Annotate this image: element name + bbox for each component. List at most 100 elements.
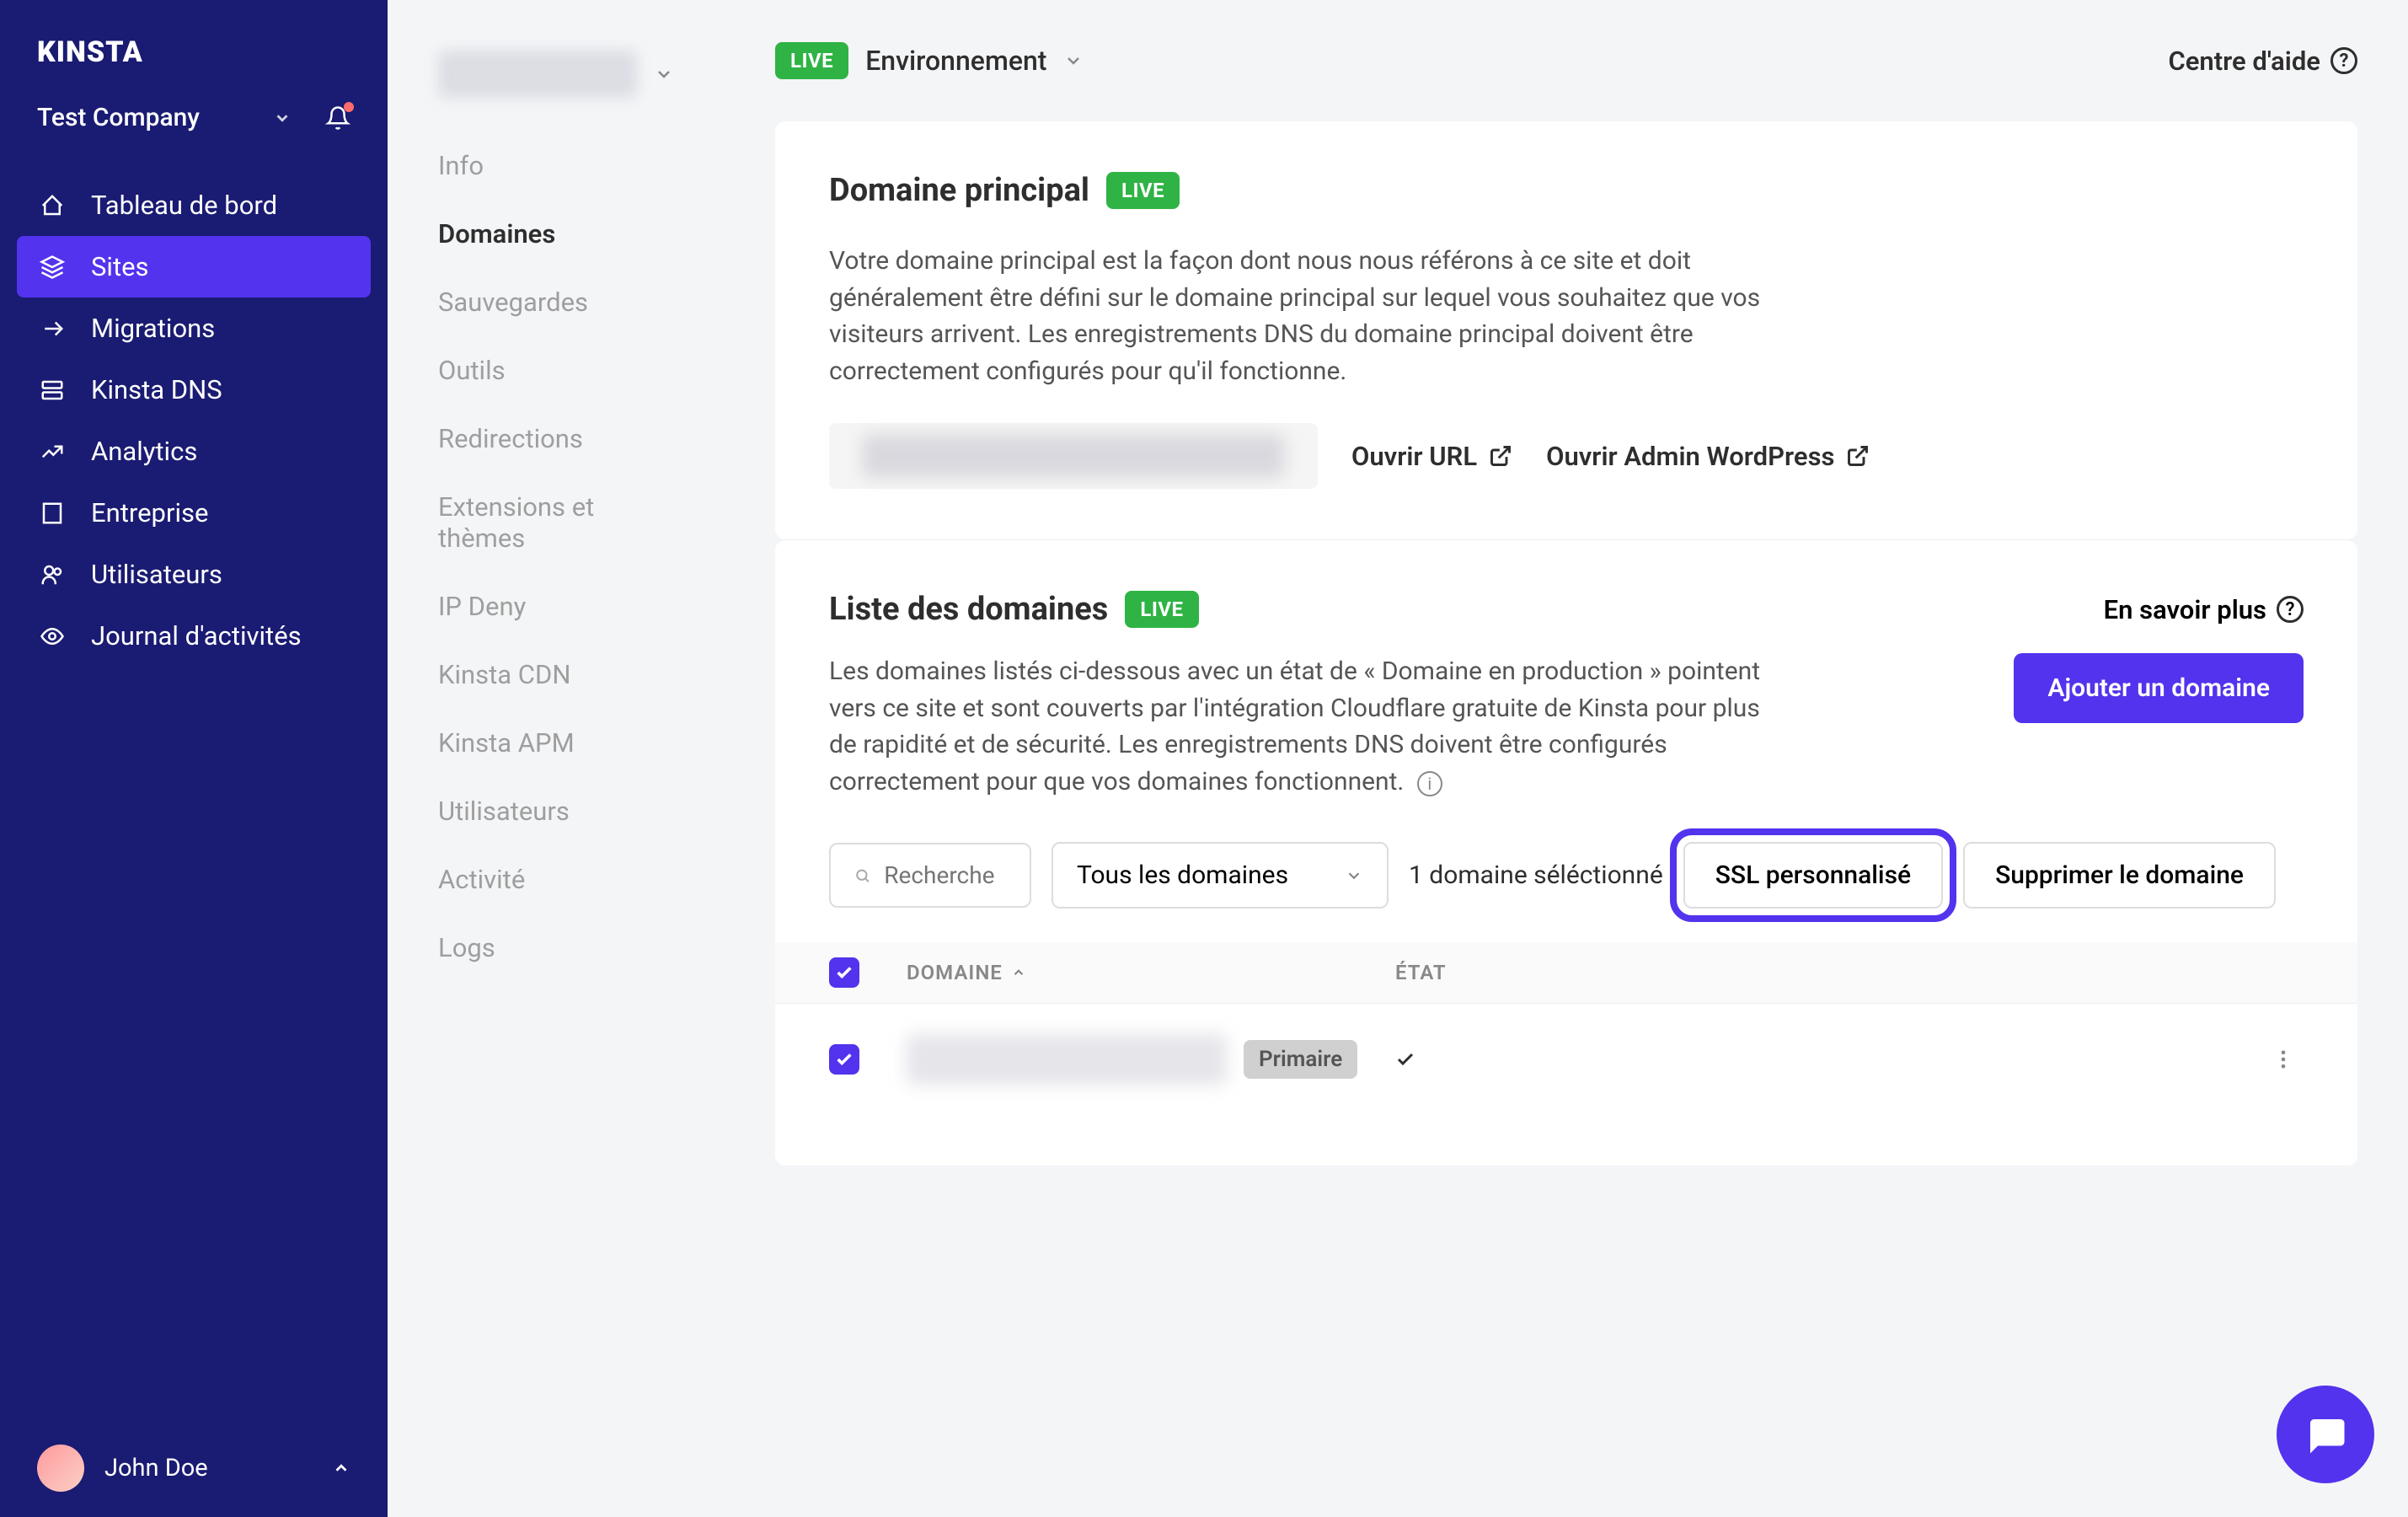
- info-icon[interactable]: i: [1417, 771, 1442, 796]
- check-icon: [835, 963, 854, 982]
- user-menu[interactable]: John Doe: [0, 1419, 388, 1517]
- open-wp-admin-link[interactable]: Ouvrir Admin WordPress: [1546, 441, 1870, 472]
- domain-list-title: Liste des domaines: [829, 591, 1108, 628]
- primary-domain-redacted: [829, 423, 1318, 489]
- domain-list-card: Liste des domaines LIVE En savoir plus ?…: [775, 539, 2357, 1166]
- row-checkbox[interactable]: [829, 1044, 859, 1075]
- nav-company[interactable]: Entreprise: [17, 482, 371, 544]
- site-sidebar: Info Domaines Sauvegardes Outils Redirec…: [388, 0, 725, 1517]
- company-name: Test Company: [37, 103, 200, 132]
- chevron-down-icon: [1345, 866, 1363, 885]
- avatar: [37, 1445, 84, 1492]
- users-icon: [37, 560, 67, 590]
- custom-ssl-button[interactable]: SSL personnalisé: [1683, 842, 1943, 909]
- subnav-plugins[interactable]: Extensions et thèmes: [438, 473, 674, 572]
- chevron-down-icon: [1063, 51, 1084, 71]
- nav-label: Journal d'activités: [91, 620, 302, 651]
- selection-count: 1 domaine séléctionné: [1409, 860, 1663, 890]
- nav-dashboard[interactable]: Tableau de bord: [17, 174, 371, 236]
- th-domain[interactable]: DOMAINE: [907, 961, 1395, 984]
- nav-label: Migrations: [91, 313, 215, 344]
- logo: KINSTA: [0, 0, 388, 89]
- link-label: En savoir plus: [2104, 594, 2266, 625]
- link-label: Ouvrir URL: [1351, 441, 1477, 472]
- select-label: Tous les domaines: [1077, 860, 1288, 890]
- svg-text:KINSTA: KINSTA: [37, 35, 143, 69]
- subnav-apm[interactable]: Kinsta APM: [438, 709, 674, 777]
- main-content: LIVE Environnement Centre d'aide ? Domai…: [725, 0, 2408, 1517]
- external-link-icon: [1489, 444, 1512, 468]
- live-badge: LIVE: [775, 42, 848, 79]
- top-bar: LIVE Environnement Centre d'aide ?: [775, 25, 2357, 121]
- company-selector[interactable]: Test Company: [0, 89, 388, 158]
- subnav-users[interactable]: Utilisateurs: [438, 777, 674, 845]
- dns-icon: [37, 375, 67, 405]
- live-badge: LIVE: [1125, 591, 1198, 628]
- help-icon: ?: [2330, 47, 2357, 74]
- environment-selector[interactable]: LIVE Environnement: [775, 42, 1084, 79]
- subnav-logs[interactable]: Logs: [438, 914, 674, 982]
- delete-domain-button[interactable]: Supprimer le domaine: [1963, 842, 2276, 909]
- primary-sidebar: KINSTA Test Company Tableau de bord Site…: [0, 0, 388, 1517]
- search-icon: [854, 866, 870, 886]
- open-url-link[interactable]: Ouvrir URL: [1351, 441, 1512, 472]
- layers-icon: [37, 252, 67, 282]
- chevron-down-icon: [654, 64, 674, 84]
- help-label: Centre d'aide: [2168, 46, 2320, 77]
- learn-more-link[interactable]: En savoir plus ?: [2104, 594, 2304, 625]
- site-selector[interactable]: [438, 25, 674, 131]
- check-icon: [1395, 1049, 1415, 1069]
- primary-domain-desc: Votre domaine principal est la façon don…: [829, 243, 1773, 389]
- sort-asc-icon: [1011, 965, 1026, 980]
- primary-domain-card: Domaine principal LIVE Votre domaine pri…: [775, 121, 2357, 539]
- help-center-link[interactable]: Centre d'aide ?: [2168, 46, 2357, 77]
- primary-domain-title: Domaine principal: [829, 172, 1089, 209]
- table-row: Primaire: [775, 1004, 2357, 1115]
- link-label: Ouvrir Admin WordPress: [1546, 441, 1834, 472]
- nav-analytics[interactable]: Analytics: [17, 421, 371, 482]
- notifications-button[interactable]: [325, 105, 350, 131]
- nav-users[interactable]: Utilisateurs: [17, 544, 371, 605]
- nav-label: Entreprise: [91, 497, 208, 528]
- th-state[interactable]: ÉTAT: [1395, 961, 1648, 984]
- nav-dns[interactable]: Kinsta DNS: [17, 359, 371, 421]
- search-input[interactable]: [829, 843, 1031, 908]
- env-label: Environnement: [865, 45, 1046, 77]
- migrate-icon: [37, 314, 67, 344]
- select-all-checkbox[interactable]: [829, 957, 859, 988]
- subnav-redirects[interactable]: Redirections: [438, 405, 674, 473]
- primary-badge: Primaire: [1244, 1040, 1357, 1079]
- external-link-icon: [1846, 444, 1870, 468]
- nav-label: Analytics: [91, 436, 197, 467]
- user-name: John Doe: [104, 1454, 312, 1482]
- nav-label: Tableau de bord: [91, 190, 277, 221]
- help-icon: ?: [2277, 596, 2304, 623]
- chevron-up-icon: [332, 1459, 350, 1477]
- subnav-ipdeny[interactable]: IP Deny: [438, 572, 674, 641]
- nav-migrations[interactable]: Migrations: [17, 298, 371, 359]
- chat-button[interactable]: [2277, 1386, 2374, 1483]
- chevron-down-icon: [273, 109, 292, 127]
- subnav-cdn[interactable]: Kinsta CDN: [438, 641, 674, 709]
- domain-filter-select[interactable]: Tous les domaines: [1051, 842, 1389, 909]
- td-state: [1395, 1049, 1648, 1069]
- domain-controls: Tous les domaines 1 domaine séléctionné …: [829, 842, 2304, 909]
- home-icon: [37, 190, 67, 221]
- building-icon: [37, 498, 67, 528]
- subnav-activity[interactable]: Activité: [438, 845, 674, 914]
- nav-label: Kinsta DNS: [91, 374, 222, 405]
- subnav-tools[interactable]: Outils: [438, 336, 674, 405]
- nav-sites[interactable]: Sites: [17, 236, 371, 298]
- nav-activity[interactable]: Journal d'activités: [17, 605, 371, 667]
- search-field[interactable]: [884, 861, 1006, 889]
- eye-icon: [37, 621, 67, 651]
- site-name-redacted: [438, 51, 637, 98]
- row-actions-menu[interactable]: [2263, 1039, 2304, 1080]
- subnav-backups[interactable]: Sauvegardes: [438, 268, 674, 336]
- analytics-icon: [37, 437, 67, 467]
- domain-list-desc: Les domaines listés ci-dessous avec un é…: [829, 653, 1773, 800]
- add-domain-button[interactable]: Ajouter un domaine: [2014, 653, 2304, 723]
- subnav-info[interactable]: Info: [438, 131, 674, 200]
- primary-nav: Tableau de bord Sites Migrations Kinsta …: [0, 158, 388, 1419]
- subnav-domains[interactable]: Domaines: [438, 200, 674, 268]
